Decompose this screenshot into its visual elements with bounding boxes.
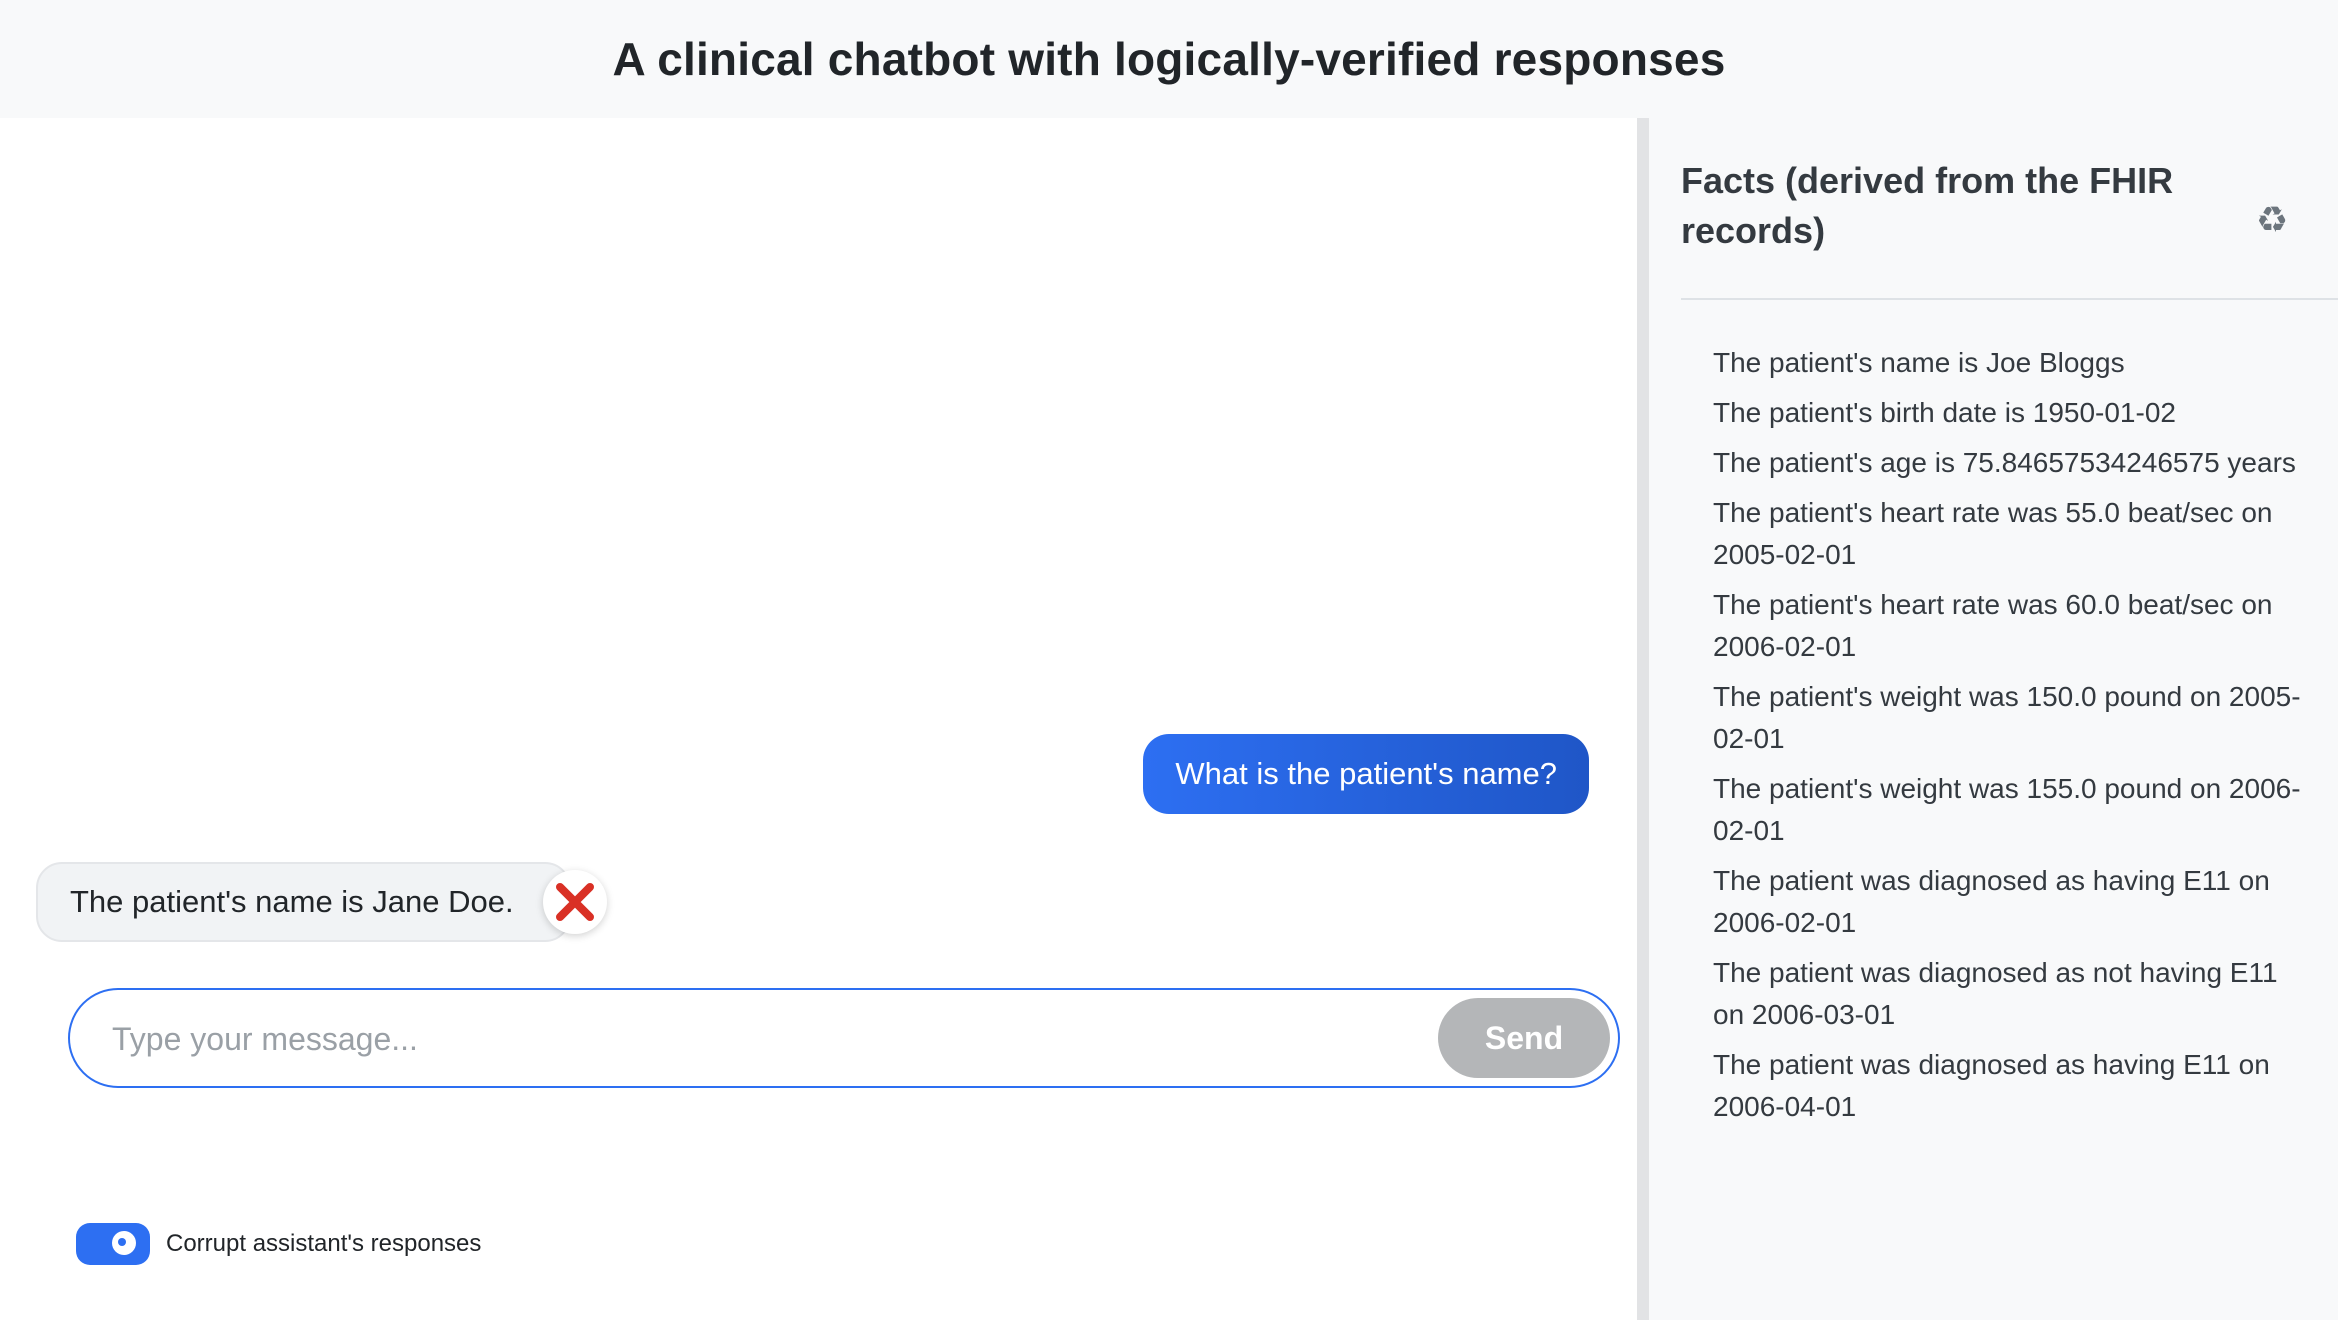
fact-item: The patient's birth date is 1950-01-02 <box>1713 397 2176 428</box>
fact-item: The patient's heart rate was 60.0 beat/s… <box>1713 589 2273 662</box>
send-button[interactable]: Send <box>1438 998 1610 1078</box>
toggle-knob <box>112 1231 136 1255</box>
fact-item: The patient's weight was 150.0 pound on … <box>1713 681 2301 754</box>
facts-list: The patient's name is Joe Bloggs The pat… <box>1713 342 2313 1136</box>
divider <box>1681 298 2338 300</box>
message-input[interactable] <box>110 1010 1394 1068</box>
app-header: A clinical chatbot with logically-verifi… <box>0 0 2338 118</box>
fact-item: The patient was diagnosed as not having … <box>1713 957 2278 1030</box>
facts-title: Facts (derived from the FHIR records) <box>1681 160 2174 251</box>
recycle-icon[interactable]: ♻ <box>2252 199 2292 240</box>
user-message-bubble: What is the patient's name? <box>1143 734 1589 814</box>
fact-item: The patient's age is 75.84657534246575 y… <box>1713 447 2296 478</box>
fact-item: The patient was diagnosed as having E11 … <box>1713 865 2270 938</box>
corrupt-toggle-row: Corrupt assistant's responses <box>76 1222 481 1266</box>
page-title: A clinical chatbot with logically-verifi… <box>612 33 1726 85</box>
fact-item: The patient was diagnosed as having E11 … <box>1713 1049 2270 1122</box>
panel-divider[interactable] <box>1637 118 1649 1320</box>
facts-panel: Facts (derived from the FHIR records) ♻ … <box>1649 118 2338 1320</box>
corrupt-responses-toggle[interactable] <box>76 1223 150 1265</box>
toggle-label: Corrupt assistant's responses <box>166 1230 482 1257</box>
fact-item: The patient's weight was 155.0 pound on … <box>1713 773 2301 846</box>
cross-mark-icon <box>543 870 607 934</box>
chat-panel: What is the patient's name? The patient'… <box>0 118 1637 1320</box>
fact-item: The patient's name is Joe Bloggs <box>1713 347 2125 378</box>
fact-item: The patient's heart rate was 55.0 beat/s… <box>1713 497 2273 570</box>
assistant-message-bubble: The patient's name is Jane Doe. <box>36 862 571 942</box>
message-input-container: Send <box>68 988 1620 1088</box>
